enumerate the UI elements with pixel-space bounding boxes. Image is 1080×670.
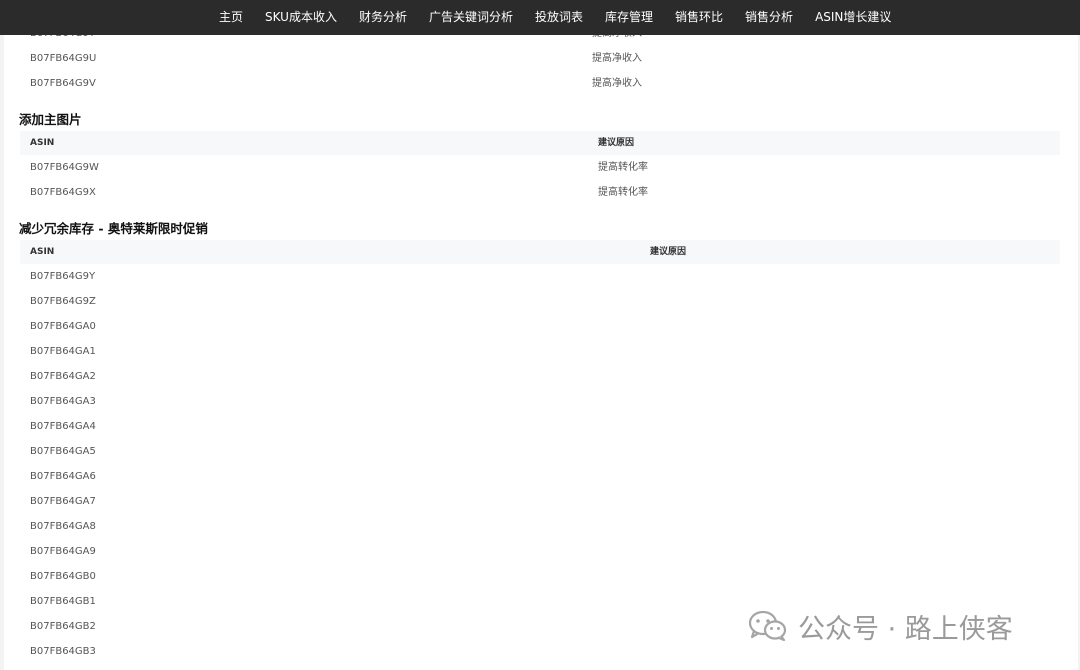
main-content: B07FB64G9T 提高净收入 B07FB64G9U 提高净收入 B07FB6… xyxy=(4,0,1078,670)
table-row: B07FB64GA2 xyxy=(20,364,1060,389)
column-header-asin: ASIN xyxy=(30,247,55,257)
asin-cell: B07FB64GA6 xyxy=(30,471,96,482)
table-row: B07FB64G9Z xyxy=(20,289,1060,314)
reason-cell: 提高净收入 xyxy=(592,53,642,64)
column-header-asin: ASIN xyxy=(30,138,55,148)
column-header-reason: 建议原因 xyxy=(650,247,687,257)
table-row: B07FB64GA6 xyxy=(20,464,1060,489)
section-title: 减少冗余库存 - 奥特莱斯限时促销 xyxy=(19,221,208,236)
reason-cell: 提高转化率 xyxy=(598,187,648,198)
table-row: B07FB64G9Y xyxy=(20,264,1060,289)
table-row: B07FB64GA7 xyxy=(20,489,1060,514)
table-row: B07FB64GA3 xyxy=(20,389,1060,414)
reason-cell: 提高转化率 xyxy=(598,162,648,173)
asin-cell: B07FB64G9U xyxy=(30,53,97,64)
asin-cell: B07FB64GA0 xyxy=(30,321,96,332)
asin-cell: B07FB64GA4 xyxy=(30,421,96,432)
nav-item-targeting-terms[interactable]: 投放词表 xyxy=(524,0,594,35)
table-row: B07FB64G9W 提高转化率 xyxy=(20,155,1060,180)
asin-cell: B07FB64G9V xyxy=(30,78,96,89)
table-row: B07FB64GA4 xyxy=(20,414,1060,439)
wechat-icon xyxy=(748,610,787,642)
section-title: 添加主图片 xyxy=(19,112,82,127)
nav-item-asin-growth[interactable]: ASIN增长建议 xyxy=(804,0,902,35)
asin-cell: B07FB64GB3 xyxy=(30,646,96,657)
nav-item-financial-analysis[interactable]: 财务分析 xyxy=(348,0,418,35)
top-navbar: 主页 SKU成本收入 财务分析 广告关键词分析 投放词表 库存管理 销售环比 销… xyxy=(0,0,1080,35)
watermark: 公众号 · 路上侠客 xyxy=(748,606,1013,646)
asin-cell: B07FB64GA8 xyxy=(30,521,96,532)
nav-item-sales-mom[interactable]: 销售环比 xyxy=(664,0,734,35)
asin-cell: B07FB64GA5 xyxy=(30,446,96,457)
nav-item-inventory[interactable]: 库存管理 xyxy=(594,0,664,35)
asin-cell: B07FB64GA2 xyxy=(30,371,96,382)
asin-cell: B07FB64G9X xyxy=(30,187,96,198)
nav-menu: 主页 SKU成本收入 财务分析 广告关键词分析 投放词表 库存管理 销售环比 销… xyxy=(208,0,902,35)
table-row: B07FB64GA0 xyxy=(20,314,1060,339)
asin-cell: B07FB64GB2 xyxy=(30,621,96,632)
asin-cell: B07FB64GA3 xyxy=(30,396,96,407)
nav-item-home[interactable]: 主页 xyxy=(208,0,254,35)
watermark-text: 公众号 · 路上侠客 xyxy=(798,613,1013,645)
nav-item-ad-keyword-analysis[interactable]: 广告关键词分析 xyxy=(418,0,524,35)
asin-cell: B07FB64GB1 xyxy=(30,596,96,607)
table-header: ASIN 建议原因 xyxy=(20,131,1060,155)
asin-cell: B07FB64G9Z xyxy=(30,296,96,307)
table-row: B07FB64GB0 xyxy=(20,564,1060,589)
table-row: B07FB64GA8 xyxy=(20,514,1060,539)
nav-item-sku-cost-income[interactable]: SKU成本收入 xyxy=(254,0,348,35)
reason-cell: 提高净收入 xyxy=(592,78,642,89)
asin-cell: B07FB64GA7 xyxy=(30,496,96,507)
asin-cell: B07FB64G9W xyxy=(30,162,99,173)
table-row: B07FB64G9V 提高净收入 xyxy=(20,71,1060,96)
asin-cell: B07FB64G9Y xyxy=(30,271,96,282)
table-row: B07FB64GA9 xyxy=(20,539,1060,564)
asin-cell: B07FB64GA9 xyxy=(30,546,96,557)
table-row: B07FB64GA1 xyxy=(20,339,1060,364)
asin-cell: B07FB64GB0 xyxy=(30,571,96,582)
asin-cell: B07FB64GA1 xyxy=(30,346,96,357)
table-row: B07FB64GA5 xyxy=(20,439,1060,464)
nav-item-sales-analysis[interactable]: 销售分析 xyxy=(734,0,804,35)
column-header-reason: 建议原因 xyxy=(598,138,635,148)
table-row: B07FB64G9U 提高净收入 xyxy=(20,46,1060,71)
table-header: ASIN 建议原因 xyxy=(20,240,1060,264)
table-row: B07FB64G9X 提高转化率 xyxy=(20,180,1060,205)
